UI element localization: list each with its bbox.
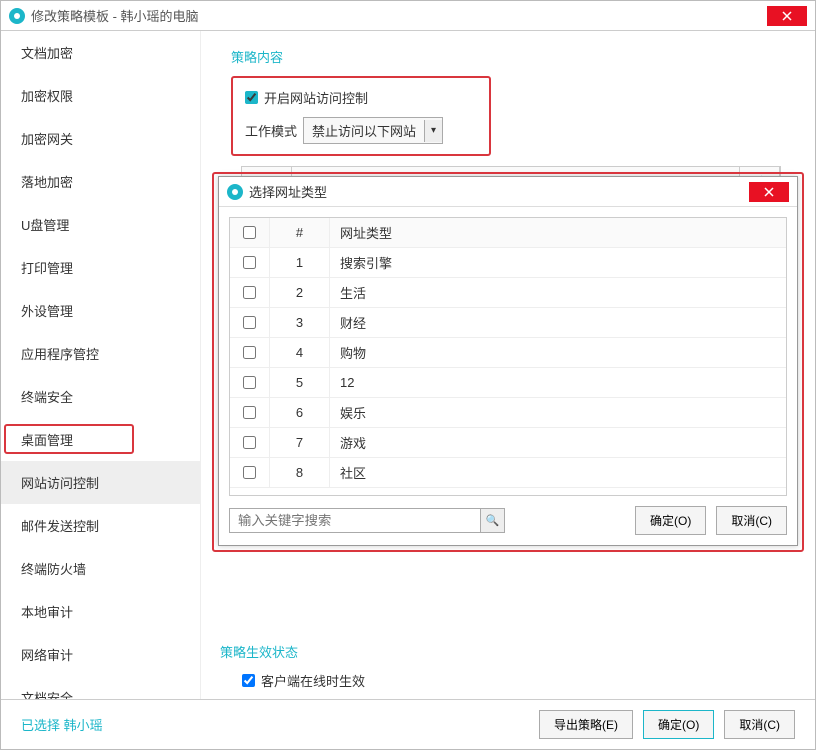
enable-label: 开启网站访问控制	[264, 88, 368, 107]
modal-titlebar: 选择网址类型	[219, 177, 797, 207]
window-title: 修改策略模板 - 韩小瑶的电脑	[31, 6, 767, 25]
type-row[interactable]: 8社区	[230, 458, 786, 488]
type-row[interactable]: 1搜索引擎	[230, 248, 786, 278]
modal-ok-button[interactable]: 确定(O)	[635, 506, 706, 535]
search-box: 🔍	[229, 508, 505, 533]
sidebar-item-app-control[interactable]: 应用程序管控	[1, 332, 200, 375]
enable-row: 开启网站访问控制	[245, 88, 477, 107]
row-checkbox[interactable]	[243, 256, 256, 269]
type-header-checkbox-cell	[230, 218, 270, 247]
section-title-status: 策略生效状态	[220, 642, 365, 661]
row-name: 娱乐	[330, 398, 786, 427]
type-row[interactable]: 6娱乐	[230, 398, 786, 428]
sidebar: 文档加密 加密权限 加密网关 落地加密 U盘管理 打印管理 外设管理 应用程序管…	[1, 31, 201, 699]
mode-select[interactable]: 禁止访问以下网站 ▾	[303, 117, 443, 144]
chevron-down-icon[interactable]: ▾	[424, 120, 442, 142]
type-row[interactable]: 7游戏	[230, 428, 786, 458]
policy-config-box: 开启网站访问控制 工作模式 禁止访问以下网站 ▾	[231, 76, 491, 156]
sidebar-item-land-encrypt[interactable]: 落地加密	[1, 160, 200, 203]
row-num: 3	[270, 308, 330, 337]
status-label: 客户端在线时生效	[261, 671, 365, 690]
ok-button[interactable]: 确定(O)	[643, 710, 714, 739]
sidebar-item-doc-security[interactable]: 文档安全	[1, 676, 200, 699]
export-button[interactable]: 导出策略(E)	[539, 710, 633, 739]
sidebar-item-encrypt-perm[interactable]: 加密权限	[1, 74, 200, 117]
row-checkbox[interactable]	[243, 316, 256, 329]
section-title-content: 策略内容	[231, 47, 785, 66]
sidebar-item-peripheral[interactable]: 外设管理	[1, 289, 200, 332]
row-checkbox[interactable]	[243, 346, 256, 359]
type-header-num: #	[270, 218, 330, 247]
sidebar-item-doc-encrypt[interactable]: 文档加密	[1, 31, 200, 74]
search-icon[interactable]: 🔍	[480, 509, 504, 532]
app-icon	[9, 8, 25, 24]
sidebar-item-usb[interactable]: U盘管理	[1, 203, 200, 246]
row-num: 2	[270, 278, 330, 307]
footer: 已选择 韩小瑶 导出策略(E) 确定(O) 取消(C)	[1, 699, 815, 749]
row-num: 7	[270, 428, 330, 457]
enable-checkbox[interactable]	[245, 91, 258, 104]
row-num: 8	[270, 458, 330, 487]
type-row[interactable]: 2生活	[230, 278, 786, 308]
mode-select-value: 禁止访问以下网站	[304, 118, 424, 143]
url-type-modal: 选择网址类型 # 网址类型 1搜索引擎 2生活 3财经 4购物 512 6娱乐 …	[218, 176, 798, 546]
row-checkbox[interactable]	[243, 466, 256, 479]
sidebar-item-firewall[interactable]: 终端防火墙	[1, 547, 200, 590]
sidebar-item-encrypt-gateway[interactable]: 加密网关	[1, 117, 200, 160]
row-checkbox[interactable]	[243, 406, 256, 419]
type-table: # 网址类型 1搜索引擎 2生活 3财经 4购物 512 6娱乐 7游戏 8社区	[229, 217, 787, 496]
row-num: 1	[270, 248, 330, 277]
row-name: 社区	[330, 458, 786, 487]
row-num: 6	[270, 398, 330, 427]
row-num: 5	[270, 368, 330, 397]
row-checkbox[interactable]	[243, 436, 256, 449]
type-header-name: 网址类型	[330, 218, 786, 247]
sidebar-item-endpoint-security[interactable]: 终端安全	[1, 375, 200, 418]
modal-cancel-button[interactable]: 取消(C)	[716, 506, 787, 535]
cancel-button[interactable]: 取消(C)	[724, 710, 795, 739]
mode-label: 工作模式	[245, 121, 297, 140]
row-name: 12	[330, 368, 786, 397]
row-name: 购物	[330, 338, 786, 367]
type-row[interactable]: 4购物	[230, 338, 786, 368]
row-name: 游戏	[330, 428, 786, 457]
sidebar-item-desktop[interactable]: 桌面管理	[1, 418, 200, 461]
modal-close-button[interactable]	[749, 182, 789, 202]
status-row: 客户端在线时生效	[220, 671, 365, 690]
row-checkbox[interactable]	[243, 286, 256, 299]
sidebar-item-network-audit[interactable]: 网络审计	[1, 633, 200, 676]
type-row[interactable]: 512	[230, 368, 786, 398]
modal-title-text: 选择网址类型	[249, 182, 749, 201]
row-num: 4	[270, 338, 330, 367]
modal-body: # 网址类型 1搜索引擎 2生活 3财经 4购物 512 6娱乐 7游戏 8社区…	[219, 207, 797, 545]
search-input[interactable]	[230, 509, 480, 532]
row-name: 搜索引擎	[330, 248, 786, 277]
sidebar-item-print[interactable]: 打印管理	[1, 246, 200, 289]
titlebar: 修改策略模板 - 韩小瑶的电脑	[1, 1, 815, 31]
sidebar-item-local-audit[interactable]: 本地审计	[1, 590, 200, 633]
status-section: 策略生效状态 客户端在线时生效	[220, 642, 365, 690]
window-close-button[interactable]	[767, 6, 807, 26]
sidebar-item-web-access[interactable]: 网站访问控制	[1, 461, 200, 504]
modal-footer: 🔍 确定(O) 取消(C)	[229, 496, 787, 535]
row-name: 生活	[330, 278, 786, 307]
mode-row: 工作模式 禁止访问以下网站 ▾	[245, 117, 477, 144]
sidebar-item-mail-control[interactable]: 邮件发送控制	[1, 504, 200, 547]
modal-icon	[227, 184, 243, 200]
footer-selection: 已选择 韩小瑶	[21, 715, 529, 734]
row-checkbox[interactable]	[243, 376, 256, 389]
type-header-row: # 网址类型	[230, 218, 786, 248]
status-checkbox[interactable]	[242, 674, 255, 687]
row-name: 财经	[330, 308, 786, 337]
type-row[interactable]: 3财经	[230, 308, 786, 338]
select-all-checkbox[interactable]	[243, 226, 256, 239]
